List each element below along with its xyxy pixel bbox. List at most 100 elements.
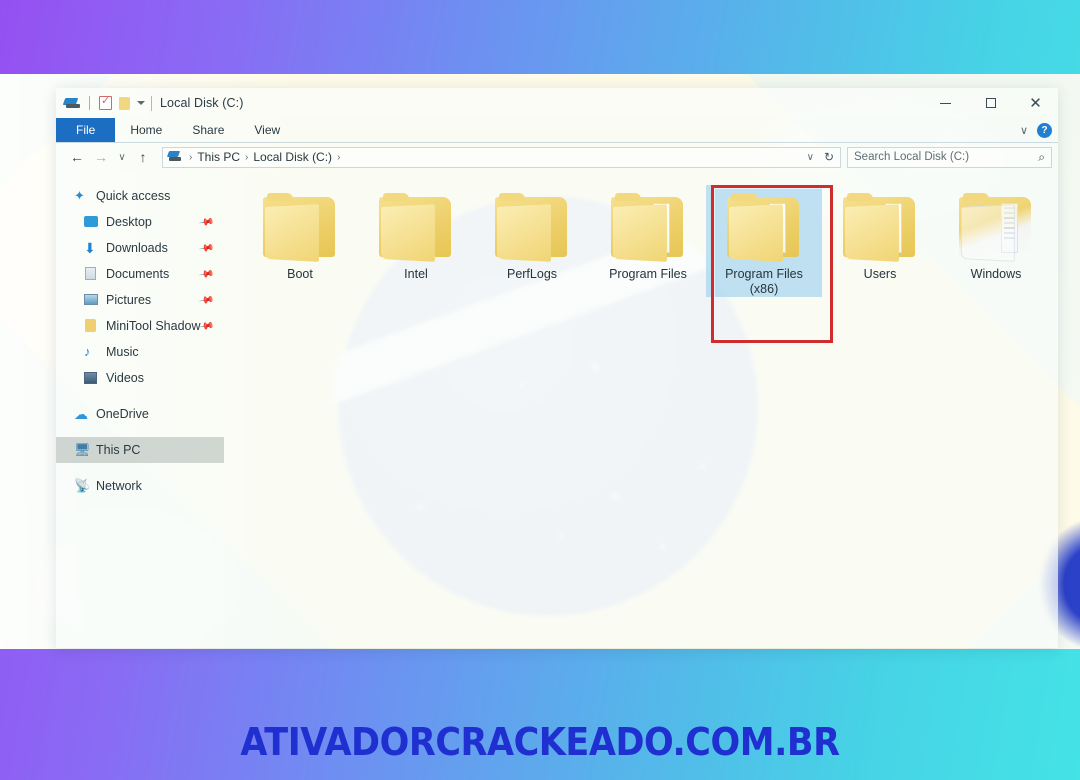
refresh-icon[interactable]: ↻: [824, 150, 834, 164]
folder-label: Windows: [970, 267, 1022, 281]
sidebar-item-videos[interactable]: Videos: [56, 365, 224, 391]
chevron-down-icon[interactable]: ∨: [1020, 124, 1028, 137]
title-divider: [151, 95, 152, 111]
folder-label: Boot: [287, 267, 313, 281]
breadcrumb-tail: ∨ ↻: [805, 150, 836, 164]
file-list-pane[interactable]: Boot Intel PerfLogs Program Files Progra…: [224, 171, 1058, 648]
close-button[interactable]: ✕: [1013, 88, 1058, 118]
sidebar-item-label: Music: [106, 345, 139, 359]
new-folder-icon[interactable]: [119, 96, 130, 110]
search-placeholder: Search Local Disk (C:): [854, 151, 970, 163]
window-body: ✦ Quick access Desktop 📌 ⬇ Downloads 📌 D…: [56, 171, 1058, 648]
up-button[interactable]: ↑: [132, 146, 154, 168]
sidebar-item-documents[interactable]: Documents 📌: [56, 261, 224, 287]
folder-item-users[interactable]: Users: [822, 185, 938, 297]
sidebar-item-label: OneDrive: [96, 407, 149, 421]
pin-icon[interactable]: 📌: [198, 292, 215, 308]
breadcrumb-item-this-pc[interactable]: This PC: [197, 150, 240, 164]
sidebar-item-pictures[interactable]: Pictures 📌: [56, 287, 224, 313]
sidebar-item-label: Desktop: [106, 215, 152, 229]
sidebar-item-label: Pictures: [106, 293, 152, 307]
drive-icon: [167, 151, 182, 163]
drive-icon[interactable]: [64, 97, 80, 110]
network-icon: 📡: [74, 478, 91, 493]
title-bar: Local Disk (C:) ✕: [56, 88, 1058, 118]
cloud-icon: ☁: [74, 406, 88, 422]
sidebar-item-quick-access[interactable]: ✦ Quick access: [56, 183, 224, 209]
history-caret-icon[interactable]: ∨: [805, 152, 816, 163]
back-button[interactable]: ←: [66, 146, 88, 168]
music-icon: ♪: [84, 344, 91, 359]
breadcrumb-separator: ›: [337, 151, 341, 163]
pictures-icon: [84, 293, 99, 307]
ribbon-tab-bar: File Home Share View ∨ ?: [56, 118, 1058, 142]
folder-icon: [377, 193, 455, 262]
tab-home[interactable]: Home: [115, 118, 177, 142]
address-bar: ← → ∨ ↑ › This PC › Local Disk (C:) › ∨ …: [56, 143, 1058, 171]
videos-icon: [84, 371, 99, 385]
download-icon: ⬇: [84, 240, 96, 256]
sidebar-item-label: This PC: [96, 443, 141, 457]
sidebar-item-onedrive[interactable]: ☁ OneDrive: [56, 401, 224, 427]
breadcrumb[interactable]: › This PC › Local Disk (C:) › ∨ ↻: [162, 146, 841, 168]
sidebar-item-music[interactable]: ♪ Music: [56, 339, 224, 365]
customize-caret-icon[interactable]: [137, 101, 145, 105]
search-input[interactable]: Search Local Disk (C:) ⌕: [847, 146, 1052, 168]
pin-icon[interactable]: 📌: [198, 266, 215, 282]
forward-button[interactable]: →: [90, 146, 112, 168]
folder-item-program-files[interactable]: Program Files: [590, 185, 706, 297]
file-explorer-window: Local Disk (C:) ✕ File Home Share View ∨…: [56, 88, 1058, 648]
sidebar-item-label: Quick access: [96, 189, 171, 203]
folder-icon: [261, 193, 339, 262]
documents-icon: [84, 267, 99, 281]
folder-item-windows[interactable]: Windows: [938, 185, 1054, 297]
minimize-button[interactable]: [923, 88, 968, 118]
folder-label: Users: [863, 267, 897, 281]
pin-icon[interactable]: 📌: [198, 240, 215, 256]
folder-icon: [609, 193, 687, 262]
folder-label-line1: Program Files: [725, 267, 803, 281]
folder-label: PerfLogs: [506, 267, 558, 281]
tab-share[interactable]: Share: [177, 118, 239, 142]
quick-access-toolbar: [64, 94, 145, 110]
breadcrumb-item-local-disk[interactable]: Local Disk (C:): [253, 150, 332, 164]
tab-view[interactable]: View: [239, 118, 295, 142]
folder-item-intel[interactable]: Intel: [358, 185, 474, 297]
folder-item-program-files-x86[interactable]: Program Files (x86): [706, 185, 822, 297]
sidebar-item-label: Videos: [106, 371, 144, 385]
folder-label: Program Files: [609, 267, 687, 281]
folder-label-line2: (x86): [749, 282, 779, 296]
search-icon[interactable]: ⌕: [1038, 150, 1045, 165]
maximize-button[interactable]: [968, 88, 1013, 118]
folder-item-boot[interactable]: Boot: [242, 185, 358, 297]
window-title: Local Disk (C:): [160, 96, 244, 110]
sidebar-item-minitool-shadow[interactable]: MiniTool Shadow 📌: [56, 313, 224, 339]
pin-icon[interactable]: 📌: [198, 214, 215, 230]
breadcrumb-separator: ›: [189, 151, 193, 163]
properties-icon[interactable]: [99, 94, 112, 110]
folder-icon: [493, 193, 571, 262]
folder-icon: [957, 193, 1035, 262]
sidebar-item-this-pc[interactable]: 🖥 This PC: [56, 437, 224, 463]
tab-file[interactable]: File: [56, 118, 116, 142]
sidebar-item-network[interactable]: 📡 Network: [56, 473, 224, 499]
sidebar-item-downloads[interactable]: ⬇ Downloads 📌: [56, 235, 224, 261]
sidebar-item-label: Documents: [106, 267, 170, 281]
breadcrumb-separator: ›: [245, 151, 249, 163]
folder-grid: Boot Intel PerfLogs Program Files Progra…: [242, 185, 1058, 297]
folder-icon: [725, 193, 803, 262]
pc-icon: 🖥: [74, 442, 91, 457]
watermark-text: ATIVADORCRACKEADO.COM.BR: [240, 720, 840, 764]
folder-icon: [84, 319, 99, 333]
desktop-icon: [84, 215, 99, 229]
folder-item-perflogs[interactable]: PerfLogs: [474, 185, 590, 297]
navigation-pane: ✦ Quick access Desktop 📌 ⬇ Downloads 📌 D…: [56, 171, 224, 648]
window-controls: ✕: [923, 88, 1058, 118]
recent-locations-icon[interactable]: ∨: [114, 146, 130, 168]
sidebar-item-desktop[interactable]: Desktop 📌: [56, 209, 224, 235]
folder-icon: [841, 193, 919, 262]
help-icon[interactable]: ?: [1037, 122, 1052, 138]
